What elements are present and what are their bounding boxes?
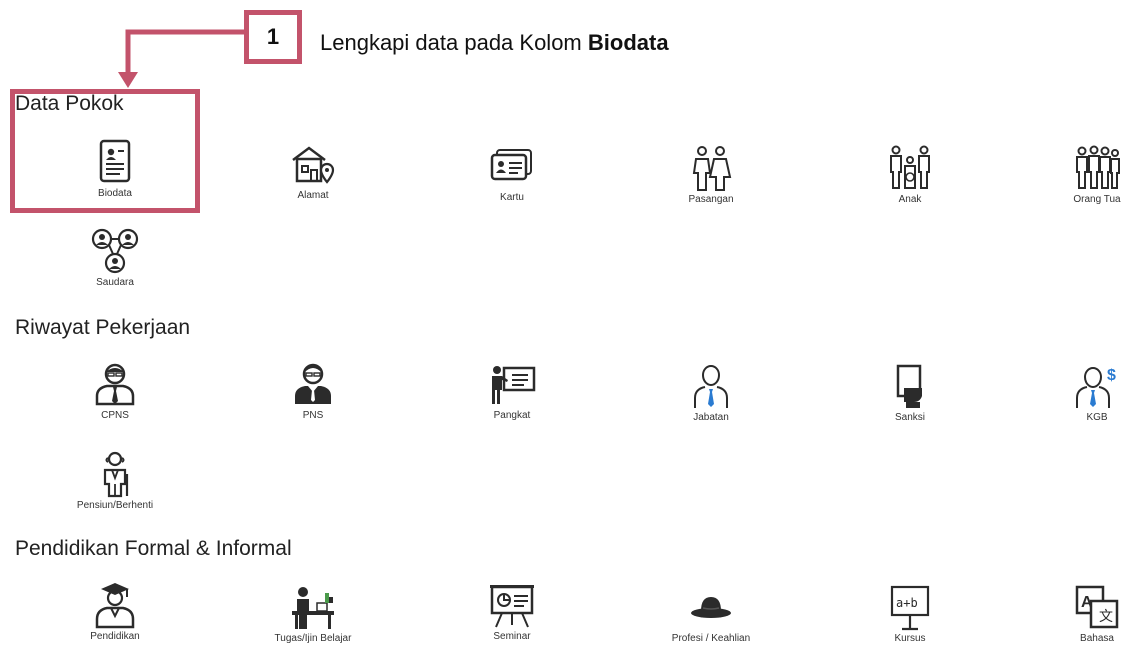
tile-biodata[interactable]: Biodata — [60, 138, 170, 199]
tile-label: Orang Tua — [1073, 194, 1121, 205]
tile-label: Profesi / Keahlian — [671, 633, 751, 644]
tie-person-icon — [687, 362, 735, 410]
tile-label: Anak — [898, 194, 922, 205]
course-board-icon: a+b — [886, 583, 934, 631]
presenter-icon — [488, 360, 536, 408]
section-title-pendidikan: Pendidikan Formal & Informal — [15, 537, 292, 560]
tile-label: Kartu — [500, 192, 524, 203]
couple-icon — [687, 144, 735, 192]
sanction-icon — [886, 362, 934, 410]
tile-label: Pendidikan — [90, 631, 140, 642]
tile-profesi[interactable]: Profesi / Keahlian — [656, 583, 766, 644]
tile-pasangan[interactable]: Pasangan — [656, 144, 766, 205]
siblings-icon — [91, 227, 139, 275]
tile-cpns[interactable]: CPNS — [60, 360, 170, 421]
tile-label: Alamat — [297, 190, 329, 201]
tile-label: Sanksi — [894, 412, 925, 423]
tile-jabatan[interactable]: Jabatan — [656, 362, 766, 423]
tile-label: Saudara — [96, 277, 134, 288]
tile-label: Bahasa — [1080, 633, 1114, 644]
tile-label: Seminar — [493, 631, 531, 642]
id-card-icon — [91, 138, 139, 186]
tile-seminar[interactable]: Seminar — [457, 581, 567, 642]
tile-kgb[interactable]: $ KGB — [1052, 362, 1141, 423]
tile-pendidikan[interactable]: Pendidikan — [60, 581, 170, 642]
graduate-icon — [91, 581, 139, 629]
tile-label: PNS — [302, 410, 324, 421]
svg-text:文: 文 — [1099, 609, 1113, 625]
tile-saudara[interactable]: Saudara — [60, 227, 170, 288]
study-desk-icon — [289, 583, 337, 631]
tile-label: Biodata — [98, 188, 132, 199]
tile-label: Jabatan — [693, 412, 729, 423]
svg-text:a+b: a+b — [896, 596, 918, 610]
tile-label: Kursus — [894, 633, 926, 644]
svg-text:A: A — [1081, 594, 1093, 611]
tile-sanksi[interactable]: Sanksi — [855, 362, 965, 423]
elders-icon — [1073, 144, 1121, 192]
tile-pns[interactable]: PNS — [258, 360, 368, 421]
employee-icon — [91, 360, 139, 408]
tile-label: Pensiun/Berhenti — [76, 500, 154, 511]
tile-bahasa[interactable]: A文 Bahasa — [1052, 583, 1141, 644]
svg-text:$: $ — [1107, 367, 1116, 384]
seminar-board-icon — [488, 581, 536, 629]
tile-label: Tugas/Ijin Belajar — [274, 633, 352, 644]
section-title-riwayat-pekerjaan: Riwayat Pekerjaan — [15, 316, 191, 339]
instruction-prefix: Lengkapi data pada Kolom — [320, 30, 588, 55]
tile-label: Pangkat — [493, 410, 531, 421]
step-number-badge: 1 — [244, 10, 302, 64]
tile-kursus[interactable]: a+b Kursus — [855, 583, 965, 644]
tile-label: Pasangan — [688, 194, 734, 205]
retiree-icon — [91, 450, 139, 498]
tile-pangkat[interactable]: Pangkat — [457, 360, 567, 421]
salary-person-icon: $ — [1073, 362, 1121, 410]
section-title-data-pokok: Data Pokok — [15, 92, 124, 115]
tile-alamat[interactable]: Alamat — [258, 140, 368, 201]
instruction-text: Lengkapi data pada Kolom Biodata — [320, 30, 669, 56]
card-icon — [488, 142, 536, 190]
officer-icon — [289, 360, 337, 408]
tile-kartu[interactable]: Kartu — [457, 142, 567, 203]
tile-orang-tua[interactable]: Orang Tua — [1052, 144, 1141, 205]
hat-icon — [687, 583, 735, 631]
instruction-bold: Biodata — [587, 30, 669, 55]
tile-anak[interactable]: Anak — [855, 144, 965, 205]
house-pin-icon — [289, 140, 337, 188]
tile-tugas-belajar[interactable]: Tugas/Ijin Belajar — [258, 583, 368, 644]
tile-label: KGB — [1086, 412, 1108, 423]
family-icon — [886, 144, 934, 192]
tile-pensiun[interactable]: Pensiun/Berhenti — [60, 450, 170, 511]
translate-icon: A文 — [1073, 583, 1121, 631]
tile-label: CPNS — [101, 410, 129, 421]
